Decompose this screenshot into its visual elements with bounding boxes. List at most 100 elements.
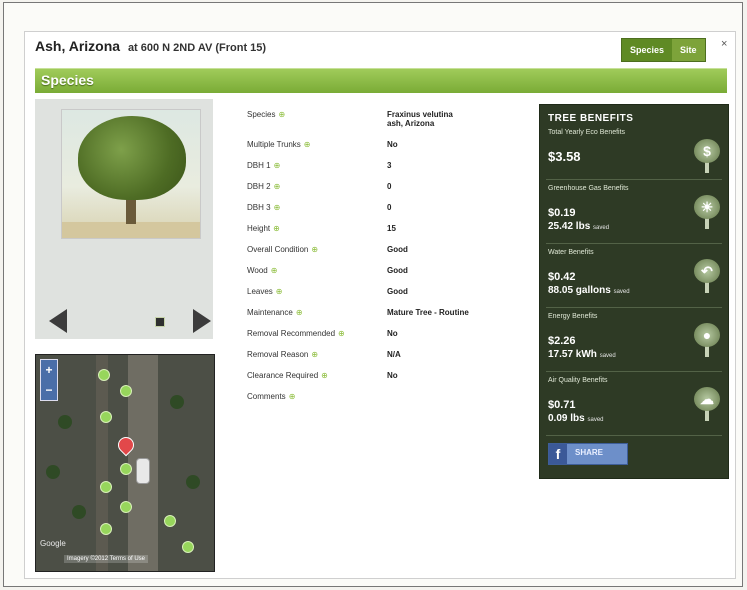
- tree-attributes: Species ⊕ Fraxinus velutina ash, Arizona M…: [247, 110, 527, 413]
- screen-frame: Ash, Arizona at 600 N 2ND AV (Front 15) …: [3, 2, 743, 587]
- map-brand-logo: Google: [40, 539, 66, 548]
- attribute-row: Removal Recommended ⊕ No: [247, 329, 527, 350]
- attribute-row: DBH 2 ⊕ 0: [247, 182, 527, 203]
- attribute-row: Overall Condition ⊕ Good: [247, 245, 527, 266]
- tree-name: Ash, Arizona: [35, 38, 121, 54]
- map-tree-marker[interactable]: [164, 515, 176, 527]
- help-icon[interactable]: ⊕: [278, 110, 285, 119]
- attribute-label: Species: [247, 110, 276, 119]
- attribute-label: DBH 3: [247, 203, 271, 212]
- tree-photo[interactable]: [61, 109, 201, 239]
- map-tree-marker[interactable]: [98, 369, 110, 381]
- benefit-label: Air Quality Benefits: [548, 377, 608, 384]
- help-icon[interactable]: ⊕: [338, 329, 345, 338]
- help-icon[interactable]: ⊕: [311, 350, 318, 359]
- map-tree-marker[interactable]: [120, 463, 132, 475]
- close-icon[interactable]: ×: [721, 38, 727, 50]
- zoom-in-button[interactable]: +: [41, 360, 57, 380]
- benefit-quantity: 17.57 kWh saved: [548, 349, 616, 360]
- share-label: SHARE: [575, 448, 604, 457]
- help-icon[interactable]: ⊕: [311, 245, 318, 254]
- map-tree-marker[interactable]: [120, 385, 132, 397]
- attribute-row: Height ⊕ 15: [247, 224, 527, 245]
- attribute-value: 15: [387, 224, 396, 233]
- attribute-value: 0: [387, 203, 392, 212]
- help-icon[interactable]: ⊕: [276, 287, 283, 296]
- attribute-value: Good: [387, 287, 408, 296]
- benefit-amount: $0.71: [548, 399, 576, 411]
- facebook-share-button[interactable]: f SHARE: [548, 443, 628, 465]
- benefit-label: Total Yearly Eco Benefits: [548, 129, 626, 136]
- attribute-label: DBH 1: [247, 161, 271, 170]
- tab-site[interactable]: Site: [672, 39, 705, 61]
- attribute-value: Good: [387, 266, 408, 275]
- map-credit[interactable]: Imagery ©2012 Terms of Use: [64, 555, 149, 563]
- tree-benefits-panel: TREE BENEFITS Total Yearly Eco Benefits …: [539, 104, 729, 479]
- tree-address: at 600 N 2ND AV (Front 15): [127, 42, 267, 54]
- map-tree-marker[interactable]: [120, 501, 132, 513]
- next-arrow-icon[interactable]: [193, 309, 211, 333]
- map-tree-marker[interactable]: [100, 481, 112, 493]
- benefit-water: Water Benefits $0.42 88.05 gallons saved…: [546, 249, 722, 308]
- gallery-dot-indicator[interactable]: [155, 317, 165, 327]
- attribute-row: Removal Reason ⊕ N/A: [247, 350, 527, 371]
- zoom-out-button[interactable]: −: [41, 380, 57, 400]
- location-map[interactable]: + − Google Imagery ©2012 Terms of Use: [35, 354, 215, 572]
- sun-icon: ☀: [694, 195, 720, 229]
- attribute-row: DBH 1 ⊕ 3: [247, 161, 527, 182]
- section-title: Species: [41, 72, 94, 88]
- benefits-title: TREE BENEFITS: [548, 113, 634, 124]
- benefit-total: Total Yearly Eco Benefits $3.58 $: [546, 129, 722, 180]
- attribute-row: Comments ⊕: [247, 392, 527, 413]
- benefit-quantity: 0.09 lbs saved: [548, 413, 604, 424]
- attribute-value: No: [387, 140, 398, 149]
- lightbulb-icon: ●: [694, 323, 720, 357]
- attribute-value: 3: [387, 161, 392, 170]
- map-tree-canopy: [170, 395, 184, 409]
- attribute-value: Good: [387, 245, 408, 254]
- attribute-label: Leaves: [247, 287, 273, 296]
- map-tree-marker[interactable]: [182, 541, 194, 553]
- attribute-row-species: Species ⊕ Fraxinus velutina ash, Arizona: [247, 110, 527, 140]
- cloud-icon: ☁: [694, 387, 720, 421]
- attribute-value: 0: [387, 182, 392, 191]
- benefit-label: Energy Benefits: [548, 313, 598, 320]
- attribute-label: Comments: [247, 392, 286, 401]
- help-icon[interactable]: ⊕: [274, 203, 281, 212]
- benefit-quantity: 25.42 lbs saved: [548, 221, 610, 232]
- map-tree-canopy: [72, 505, 86, 519]
- attribute-row: Multiple Trunks ⊕ No: [247, 140, 527, 161]
- attribute-label: Removal Recommended: [247, 329, 336, 338]
- map-car: [136, 458, 150, 484]
- tab-species[interactable]: Species: [622, 39, 673, 61]
- view-toggle: Species Site: [621, 38, 706, 62]
- map-tree-canopy: [46, 465, 60, 479]
- map-tree-marker[interactable]: [100, 523, 112, 535]
- attribute-label: Height: [247, 224, 271, 233]
- page-title: Ash, Arizona at 600 N 2ND AV (Front 15): [35, 38, 266, 54]
- map-street: [96, 355, 108, 571]
- benefit-greenhouse: Greenhouse Gas Benefits $0.19 25.42 lbs …: [546, 185, 722, 244]
- photo-gallery: [35, 99, 213, 339]
- attribute-label: Maintenance: [247, 308, 293, 317]
- attribute-value: Mature Tree - Routine: [387, 308, 469, 317]
- attribute-label: Clearance Required: [247, 371, 319, 380]
- water-icon: ↶: [694, 259, 720, 293]
- map-tree-marker[interactable]: [100, 411, 112, 423]
- previous-arrow-icon[interactable]: [49, 309, 67, 333]
- dollar-icon: $: [694, 139, 720, 173]
- attribute-label: Multiple Trunks: [247, 140, 301, 149]
- attribute-row: DBH 3 ⊕ 0: [247, 203, 527, 224]
- help-icon[interactable]: ⊕: [304, 140, 311, 149]
- attribute-value: No: [387, 329, 398, 338]
- help-icon[interactable]: ⊕: [273, 224, 280, 233]
- help-icon[interactable]: ⊕: [274, 161, 281, 170]
- attribute-label: Wood: [247, 266, 268, 275]
- attribute-label: Removal Reason: [247, 350, 309, 359]
- help-icon[interactable]: ⊕: [321, 371, 328, 380]
- photo-canopy: [78, 116, 186, 200]
- help-icon[interactable]: ⊕: [271, 266, 278, 275]
- help-icon[interactable]: ⊕: [274, 182, 281, 191]
- help-icon[interactable]: ⊕: [289, 392, 296, 401]
- help-icon[interactable]: ⊕: [296, 308, 303, 317]
